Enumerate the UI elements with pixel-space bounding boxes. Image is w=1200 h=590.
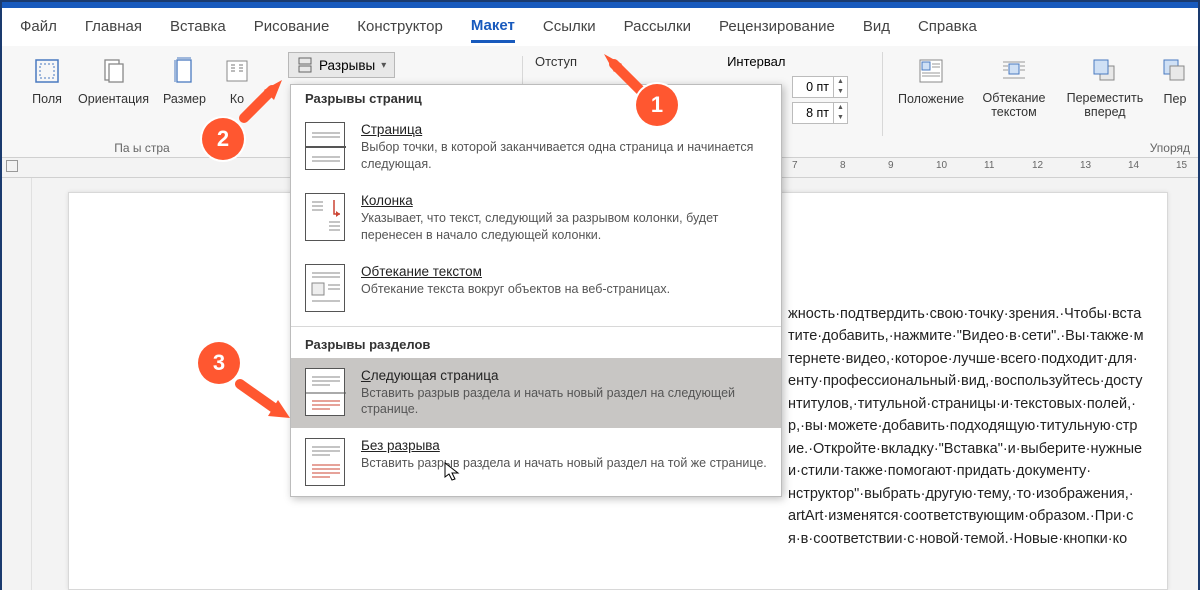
tab-selector-icon[interactable] [6, 160, 18, 172]
doc-line: я·в·соответствии·с·новой·темой.·Новые·кн… [73, 528, 1163, 550]
spin-down-icon[interactable]: ▼ [834, 87, 847, 97]
mouse-cursor-icon [444, 462, 460, 487]
callout-1: 1 [636, 84, 678, 126]
orientation-label: Ориентация [78, 92, 149, 106]
menu-item-desc: Выбор точки, в которой заканчивается одн… [361, 139, 767, 173]
column-break-icon [305, 193, 345, 241]
interval-label: Интервал [727, 54, 785, 69]
tab-insert[interactable]: Вставка [170, 18, 226, 41]
menu-section-section-breaks: Разрывы разделов [291, 331, 781, 358]
indent-label: Отступ [535, 54, 577, 69]
breaks-icon [297, 57, 313, 73]
tab-mailings[interactable]: Рассылки [624, 18, 691, 41]
selection-pane-icon [1158, 54, 1192, 88]
breaks-label: Разрывы [319, 58, 375, 73]
orientation-icon [97, 54, 131, 88]
menu-item-next-page[interactable]: ССледующая страницаледующая страница Вст… [291, 358, 781, 429]
breaks-button[interactable]: Разрывы ▾ [288, 52, 395, 78]
chevron-down-icon: ▾ [381, 60, 386, 71]
menu-item-title: Колонка [361, 193, 767, 208]
callout-2: 2 [202, 118, 244, 160]
margins-icon [30, 54, 64, 88]
tab-layout[interactable]: Макет [471, 17, 515, 43]
ruler-segment: 7 8 9 10 11 12 13 14 15 [792, 160, 1192, 178]
spin-up-icon[interactable]: ▲ [834, 77, 847, 87]
selection-pane-button[interactable]: Пер [1152, 50, 1198, 124]
tab-references[interactable]: Ссылки [543, 18, 596, 41]
tab-help[interactable]: Справка [918, 18, 977, 41]
position-button[interactable]: Положение [892, 50, 970, 124]
tab-review[interactable]: Рецензирование [719, 18, 835, 41]
tab-home[interactable]: Главная [85, 18, 142, 41]
size-button[interactable]: Размер [157, 50, 212, 110]
selection-pane-label: Пер [1164, 92, 1187, 106]
spacing-before-value: 0 пт [793, 80, 833, 94]
ribbon-tabs: Файл Главная Вставка Рисование Конструкт… [2, 8, 1198, 46]
page-break-icon [305, 122, 345, 170]
menu-section-page-breaks: Разрывы страниц [291, 85, 781, 112]
orientation-button[interactable]: Ориентация [72, 50, 155, 110]
menu-item-title: Страница [361, 122, 767, 137]
margins-button[interactable]: Поля [24, 50, 70, 110]
menu-item-title: Без разрыва [361, 438, 767, 453]
spin-up-icon[interactable]: ▲ [834, 103, 847, 113]
menu-item-page[interactable]: Страница Выбор точки, в которой заканчив… [291, 112, 781, 183]
menu-item-desc: Вставить разрыв раздела и начать новый р… [361, 385, 767, 419]
bring-forward-label: Переместить вперед [1064, 92, 1146, 120]
wrap-text-button[interactable]: Обтекание текстом [970, 50, 1058, 124]
menu-item-title: Обтекание текстом [361, 264, 670, 279]
tab-view[interactable]: Вид [863, 18, 890, 41]
spacing-before-input[interactable]: 0 пт ▲▼ [792, 76, 848, 98]
spacing-after-value: 8 пт [793, 106, 833, 120]
arrange-group-label: Упоряд [1150, 141, 1190, 155]
doc-line: artArt·изменятся·соответствующим·образом… [73, 505, 1163, 527]
menu-item-desc: Обтекание текста вокруг объектов на веб-… [361, 281, 670, 298]
menu-item-text-wrapping[interactable]: Обтекание текстом Обтекание текста вокру… [291, 254, 781, 322]
callout-3: 3 [198, 342, 240, 384]
text-wrapping-break-icon [305, 264, 345, 312]
next-page-section-icon [305, 368, 345, 416]
bring-forward-button[interactable]: Переместить вперед [1058, 50, 1152, 124]
wrap-text-icon [997, 54, 1031, 88]
menu-item-desc: Указывает, что текст, следующий за разры… [361, 210, 767, 244]
tab-file[interactable]: Файл [20, 18, 57, 41]
callout-arrow-2 [234, 70, 294, 130]
menu-item-title: ССледующая страницаледующая страница [361, 368, 767, 383]
continuous-section-icon [305, 438, 345, 486]
size-icon [167, 54, 201, 88]
position-icon [914, 54, 948, 88]
vertical-ruler[interactable] [2, 178, 32, 590]
menu-item-continuous[interactable]: Без разрыва Вставить разрыв раздела и на… [291, 428, 781, 496]
spacing-after-input[interactable]: 8 пт ▲▼ [792, 102, 848, 124]
tab-draw[interactable]: Рисование [254, 18, 330, 41]
spin-down-icon[interactable]: ▼ [834, 113, 847, 123]
menu-item-desc: Вставить разрыв раздела и начать новый р… [361, 455, 767, 472]
tab-design[interactable]: Конструктор [357, 18, 443, 41]
margins-label: Поля [32, 92, 62, 106]
menu-item-column[interactable]: Колонка Указывает, что текст, следующий … [291, 183, 781, 254]
wrap-text-label: Обтекание текстом [976, 92, 1052, 120]
size-label: Размер [163, 92, 206, 106]
callout-arrow-3 [230, 370, 300, 430]
position-label: Положение [898, 92, 964, 106]
menu-divider [291, 326, 781, 327]
breaks-dropdown: Разрывы страниц Страница Выбор точки, в … [290, 84, 782, 497]
bring-forward-icon [1088, 54, 1122, 88]
